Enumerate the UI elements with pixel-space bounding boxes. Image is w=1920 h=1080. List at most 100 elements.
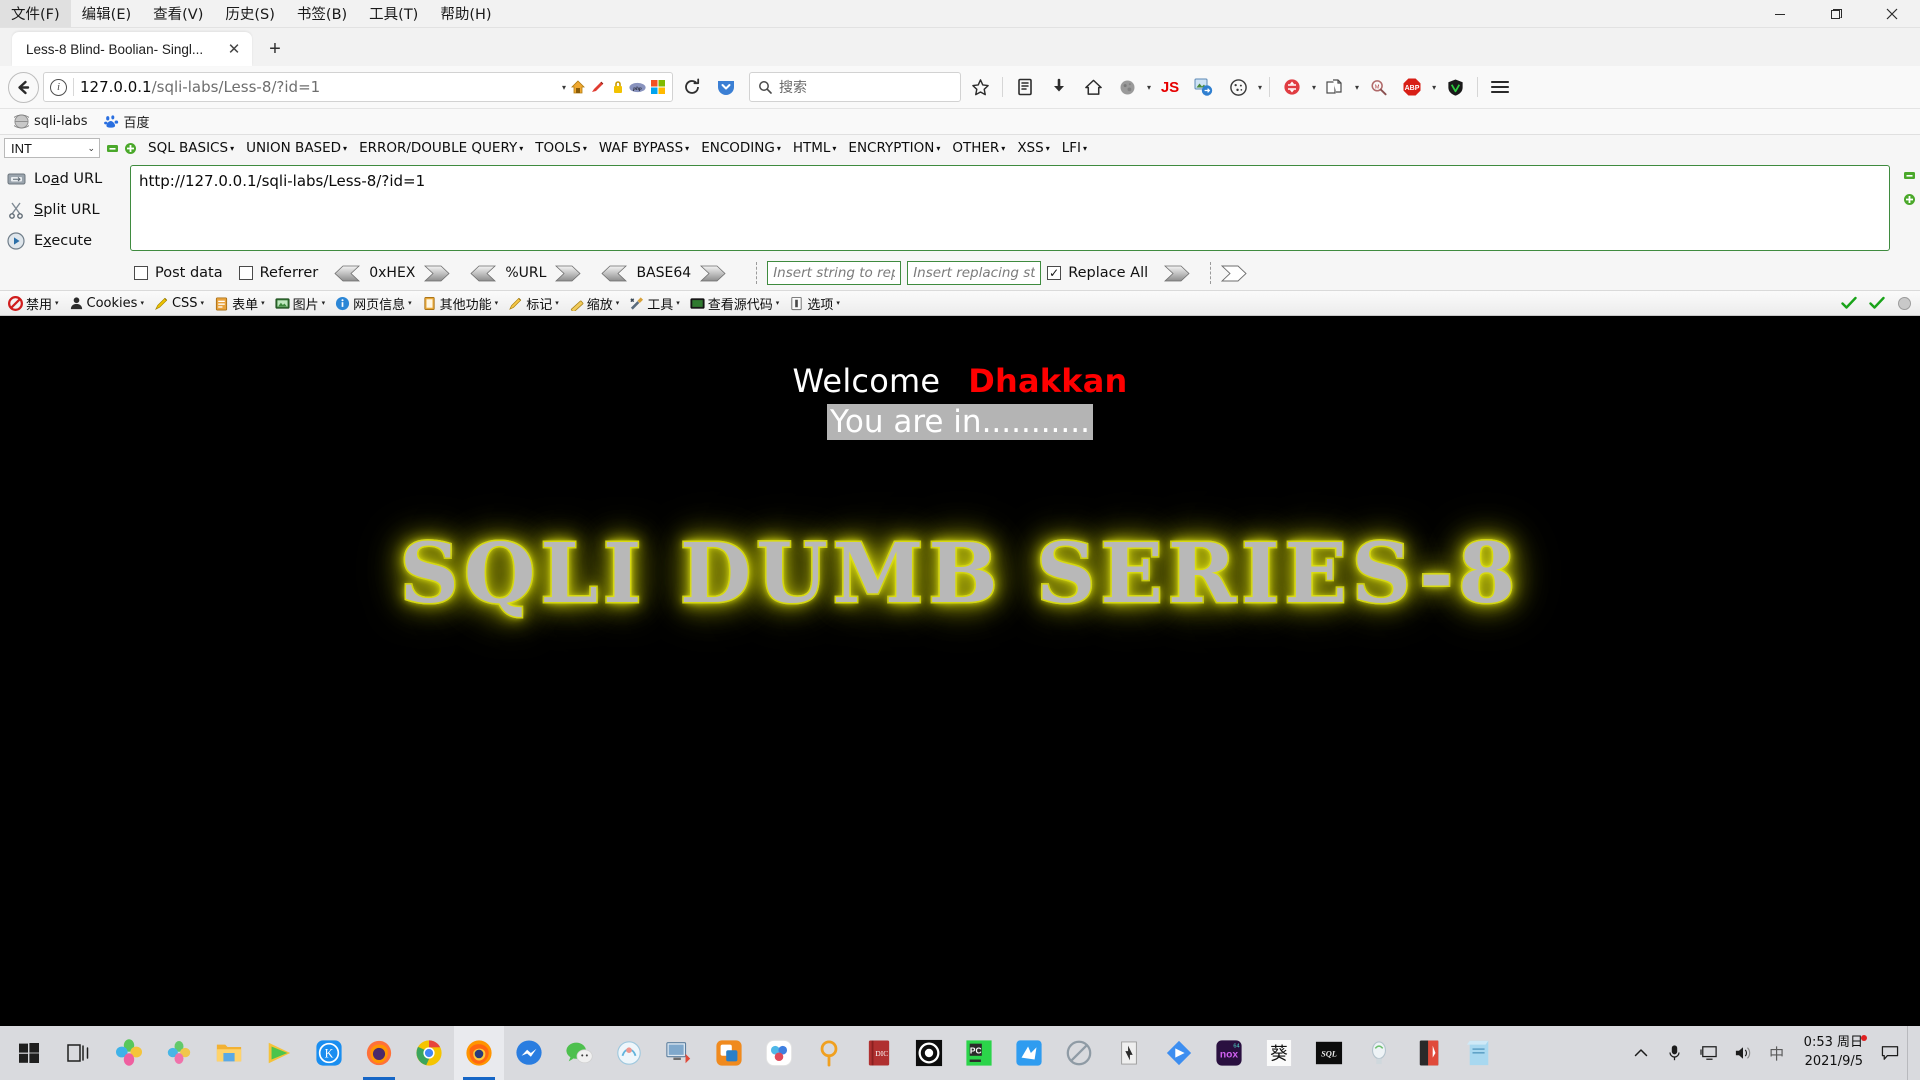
taskbar-app-photos[interactable] [154, 1026, 204, 1080]
menu-tools[interactable]: 工具(T) [358, 0, 429, 27]
cookie-caret-icon[interactable]: ▾ [1258, 83, 1262, 92]
show-desktop-button[interactable] [1907, 1026, 1916, 1080]
home-icon[interactable] [569, 79, 586, 96]
copy-pages-button[interactable] [1320, 72, 1350, 102]
taskbar-app-kui[interactable]: 葵 [1254, 1026, 1304, 1080]
hex-button[interactable]: 0xHEX [334, 265, 450, 282]
reader-view-button[interactable] [1010, 72, 1040, 102]
hackbar-url-textarea[interactable]: http://127.0.0.1/sqli-labs/Less-8/?id=1 [130, 165, 1890, 251]
taskbar-app-everything[interactable] [804, 1026, 854, 1080]
menu-bookmarks[interactable]: 书签(B) [286, 0, 358, 27]
check-icon[interactable] [1869, 296, 1885, 310]
replace-all-checkbox[interactable]: ✓ [1047, 266, 1062, 280]
tray-ime-indicator[interactable]: 中 [1760, 1026, 1794, 1080]
taskbar-app-messenger[interactable] [504, 1026, 554, 1080]
sync-caret-icon[interactable]: ▾ [1312, 83, 1316, 92]
taskbar-app-vm-remote[interactable] [654, 1026, 704, 1080]
taskbar-app-wechat[interactable] [554, 1026, 604, 1080]
cookie-manager-button[interactable] [1223, 72, 1253, 102]
minus-square-icon[interactable] [106, 142, 119, 155]
tray-display[interactable] [1692, 1026, 1726, 1080]
close-window-button[interactable] [1864, 0, 1920, 28]
app-menu-button[interactable] [1485, 72, 1515, 102]
bookmark-star-button[interactable] [965, 72, 995, 102]
image-tools-button[interactable] [1189, 72, 1219, 102]
wdt-view-source[interactable]: 查看源代码 ▾ [685, 293, 785, 314]
replace-with-input[interactable]: Insert replacing string [907, 261, 1042, 285]
hackbar-menu-other[interactable]: OTHER ▾ [946, 138, 1011, 158]
taskbar-app-chrome[interactable] [404, 1026, 454, 1080]
taskbar-app-firefox-dev[interactable] [354, 1026, 404, 1080]
hackbar-menu-error-double-query[interactable]: ERROR/DOUBLE QUERY ▾ [353, 138, 529, 158]
browser-tab[interactable]: Less-8 Blind- Boolian- Singl... ✕ [12, 32, 252, 66]
taskbar-app-sqlmap[interactable]: SQL [1304, 1026, 1354, 1080]
php-icon[interactable]: php [629, 79, 646, 96]
darkmode-button[interactable] [1112, 72, 1142, 102]
zoom-search-button[interactable]: M [1363, 72, 1393, 102]
circle-icon[interactable] [1897, 296, 1912, 311]
split-url-action[interactable]: Split URL [0, 194, 128, 225]
hackbar-type-select[interactable]: INT ⌄ [4, 138, 100, 158]
reload-button[interactable] [677, 72, 707, 102]
adblock-caret-icon[interactable]: ▾ [1432, 83, 1436, 92]
urlbar-dropmarker-icon[interactable]: ▾ [562, 83, 566, 92]
taskbar-app-notepad[interactable] [1454, 1026, 1504, 1080]
pocket-button[interactable] [711, 72, 741, 102]
referrer-checkbox[interactable] [238, 266, 253, 280]
hackbar-menu-xss[interactable]: XSS ▾ [1011, 138, 1055, 158]
url-encode-button[interactable]: %URL [470, 265, 582, 282]
taskbar-app-nox[interactable]: nox 64 [1204, 1026, 1254, 1080]
hackbar-menu-sql-basics[interactable]: SQL BASICS ▾ [142, 138, 240, 158]
wappalyzer-button[interactable] [1440, 72, 1470, 102]
wdt-misc[interactable]: 其他功能 ▾ [417, 293, 504, 314]
post-data-checkbox[interactable] [134, 266, 148, 280]
execute-action[interactable]: Execute [0, 225, 128, 256]
wdt-disable[interactable]: 禁用 ▾ [3, 293, 64, 314]
back-button[interactable] [8, 71, 39, 103]
sync-button[interactable] [1277, 72, 1307, 102]
site-identity-icon[interactable]: i [50, 78, 67, 96]
tray-volume[interactable] [1726, 1026, 1760, 1080]
taskbar-app-dict[interactable]: DIC [854, 1026, 904, 1080]
wdt-tools[interactable]: 工具 ▾ [624, 293, 685, 314]
wdt-images[interactable]: 图片 ▾ [270, 293, 331, 314]
base64-button[interactable]: BASE64 [601, 265, 726, 282]
taskbar-app-file-explorer[interactable] [204, 1026, 254, 1080]
replace-all-go-icon[interactable] [1221, 265, 1247, 282]
replace-find-input[interactable]: Insert string to replace [767, 261, 902, 285]
taskbar-app-pycharm[interactable]: PC [954, 1026, 1004, 1080]
menu-file[interactable]: 文件(F) [0, 0, 71, 27]
hackbar-menu-html[interactable]: HTML ▾ [787, 138, 843, 158]
lock-icon[interactable] [609, 79, 626, 96]
home-button[interactable] [1078, 72, 1108, 102]
url-bar[interactable]: i 127.0.0.1/sqli-labs/Less-8/?id=1 ▾ php [43, 72, 673, 102]
bookmark-baidu[interactable]: 百度 [98, 110, 156, 133]
hackbar-menu-encoding[interactable]: ENCODING ▾ [695, 138, 787, 158]
replace-go-icon[interactable] [1164, 265, 1190, 282]
tray-microphone[interactable] [1658, 1026, 1692, 1080]
search-bar[interactable]: 搜索 [749, 72, 961, 102]
expand-icon[interactable] [1903, 193, 1916, 211]
pencil-icon[interactable] [589, 79, 606, 96]
wdt-page-info[interactable]: 网页信息 ▾ [330, 293, 417, 314]
close-tab-icon[interactable]: ✕ [224, 42, 244, 57]
menu-view[interactable]: 查看(V) [142, 0, 214, 27]
wdt-options[interactable]: 选项 ▾ [784, 293, 845, 314]
menu-help[interactable]: 帮助(H) [429, 0, 502, 27]
taskbar-clock[interactable]: 0:53 周日 2021/9/5 [1794, 1026, 1873, 1080]
check-icon[interactable] [1841, 296, 1857, 310]
wdt-resize[interactable]: 缩放 ▾ [564, 293, 625, 314]
action-center-button[interactable] [1873, 1026, 1907, 1080]
minimize-button[interactable] [1752, 0, 1808, 28]
wdt-cookies[interactable]: Cookies ▾ [64, 295, 149, 312]
wdt-forms[interactable]: 表单 ▾ [209, 293, 270, 314]
new-tab-button[interactable]: + [260, 34, 290, 64]
taskbar-app-virtualbox[interactable] [704, 1026, 754, 1080]
task-view-button[interactable] [54, 1026, 104, 1080]
maximize-button[interactable] [1808, 0, 1864, 28]
taskbar-app-burp[interactable] [1104, 1026, 1154, 1080]
downloads-button[interactable] [1044, 72, 1074, 102]
taskbar-app-zero[interactable] [1054, 1026, 1104, 1080]
menu-history[interactable]: 历史(S) [214, 0, 286, 27]
taskbar-app-target[interactable] [904, 1026, 954, 1080]
